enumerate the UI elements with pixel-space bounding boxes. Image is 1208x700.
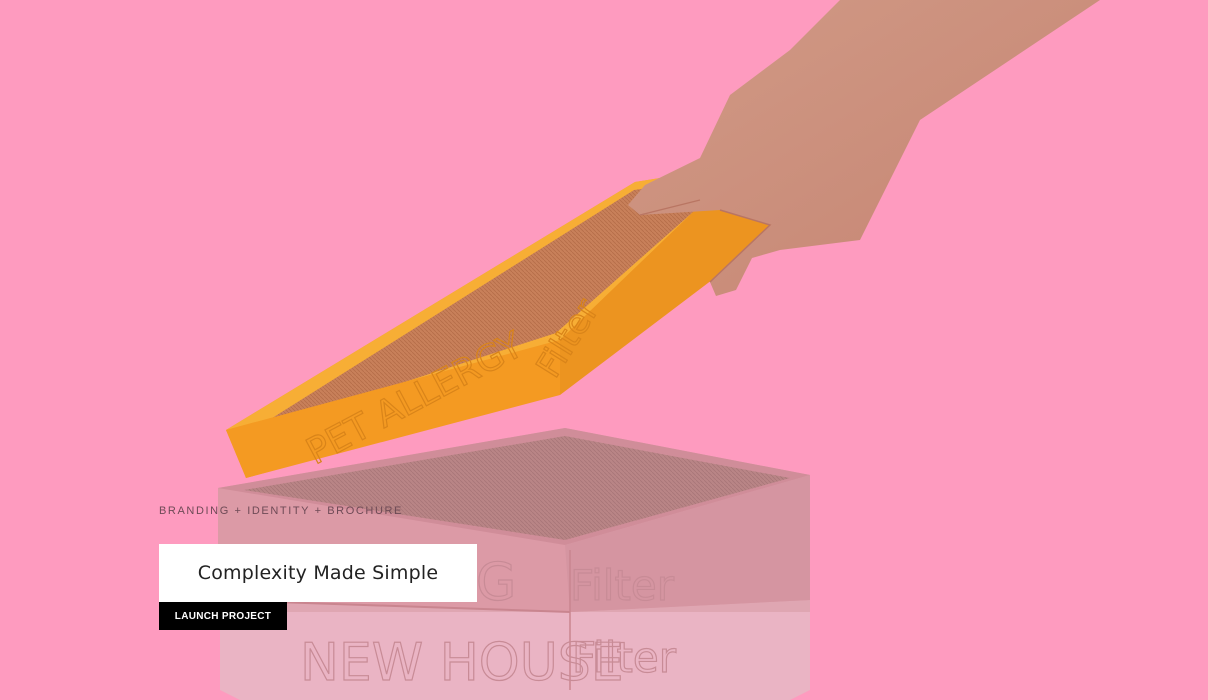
- launch-project-button[interactable]: LAUNCH PROJECT: [159, 602, 287, 630]
- hero-section: DOG Filter NEW HOUSE Filter PET ALLERGY …: [0, 0, 1208, 700]
- filter-bottom-word: Filter: [572, 633, 677, 682]
- orange-filter-tray: PET ALLERGY Filter: [226, 165, 778, 478]
- project-title-card: Complexity Made Simple: [159, 544, 477, 602]
- project-title: Complexity Made Simple: [197, 562, 439, 584]
- project-category: BRANDING + IDENTITY + BROCHURE: [159, 505, 403, 517]
- filter-mid-word: Filter: [570, 561, 675, 610]
